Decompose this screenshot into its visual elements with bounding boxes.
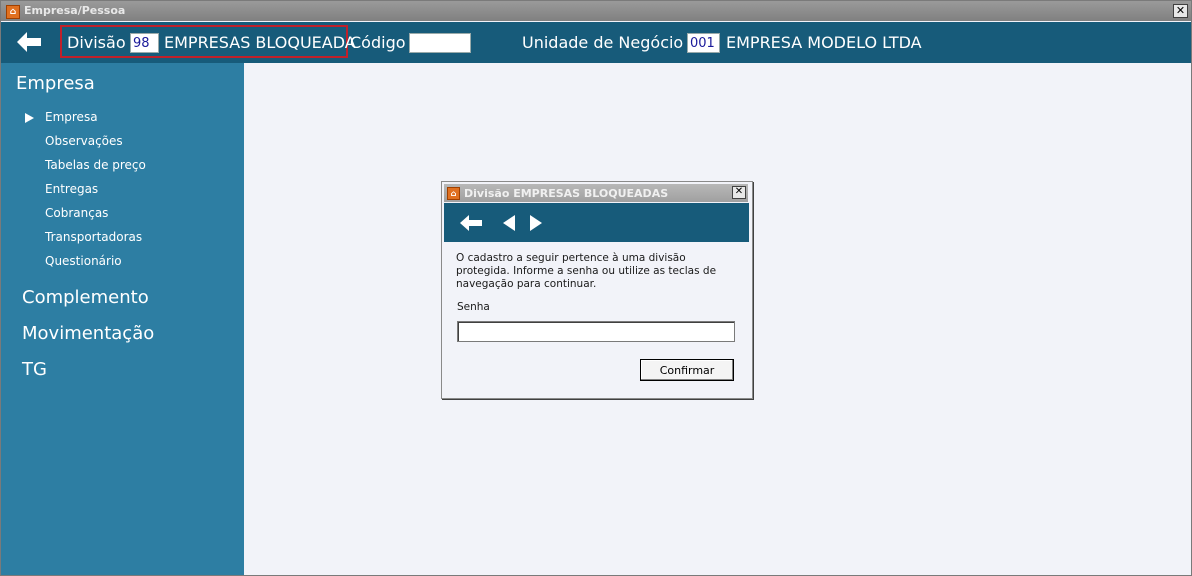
business-unit-code-field[interactable]: 001 [687, 33, 720, 53]
sidebar-item-transportadoras[interactable]: Transportadoras [45, 230, 142, 244]
sidebar-item-questionario[interactable]: Questionário [45, 254, 122, 268]
sidebar: Empresa Empresa Observações Tabelas de p… [1, 63, 244, 575]
dialog-title: Divisão EMPRESAS BLOQUEADAS [464, 187, 669, 200]
sidebar-item-entregas[interactable]: Entregas [45, 182, 98, 196]
division-code-field[interactable]: 98 [130, 33, 159, 53]
dialog-close-button[interactable]: ✕ [732, 186, 746, 199]
sidebar-item-tabelas-preco[interactable]: Tabelas de preço [45, 158, 146, 172]
header-bar: Divisão 98 EMPRESAS BLOQUEADA Código Uni… [1, 22, 1191, 63]
window-titlebar: ⌂ Empresa/Pessoa ✕ [1, 1, 1191, 21]
sidebar-item-observacoes[interactable]: Observações [45, 134, 123, 148]
dialog-titlebar: ⌂ Divisão EMPRESAS BLOQUEADAS ✕ [444, 184, 748, 202]
next-icon[interactable] [528, 214, 544, 232]
code-field[interactable] [409, 33, 471, 53]
sidebar-section-movimentacao[interactable]: Movimentação [22, 323, 154, 344]
dialog-toolbar [444, 203, 749, 242]
sidebar-section-tg[interactable]: TG [22, 359, 47, 380]
division-dialog: ⌂ Divisão EMPRESAS BLOQUEADAS ✕ O cadast… [441, 181, 753, 399]
business-unit-name: EMPRESA MODELO LTDA [726, 33, 922, 52]
confirm-button[interactable]: Confirmar [640, 359, 734, 381]
division-name: EMPRESAS BLOQUEADA [164, 33, 356, 52]
close-icon: ✕ [734, 186, 744, 197]
main-window: ⌂ Empresa/Pessoa ✕ Divisão 98 EMPRESAS B… [0, 0, 1192, 576]
business-unit-label: Unidade de Negócio [522, 33, 684, 52]
window-title: Empresa/Pessoa [24, 4, 126, 17]
close-icon: ✕ [1175, 4, 1186, 17]
sidebar-title: Empresa [16, 73, 95, 94]
password-input[interactable] [457, 321, 735, 342]
sidebar-item-cobrancas[interactable]: Cobranças [45, 206, 108, 220]
code-label: Código [350, 33, 406, 52]
password-label: Senha [457, 301, 490, 313]
back-arrow-icon[interactable] [13, 28, 43, 56]
sidebar-item-empresa[interactable]: Empresa [45, 110, 98, 124]
app-icon: ⌂ [447, 187, 460, 200]
dialog-message: O cadastro a seguir pertence à uma divis… [456, 252, 717, 290]
window-close-button[interactable]: ✕ [1173, 4, 1188, 18]
back-arrow-icon[interactable] [458, 212, 484, 234]
sidebar-section-complemento[interactable]: Complemento [22, 287, 149, 308]
division-label: Divisão [67, 33, 126, 52]
previous-icon[interactable] [501, 214, 517, 232]
app-icon: ⌂ [6, 5, 20, 19]
selected-arrow-icon [25, 113, 34, 123]
